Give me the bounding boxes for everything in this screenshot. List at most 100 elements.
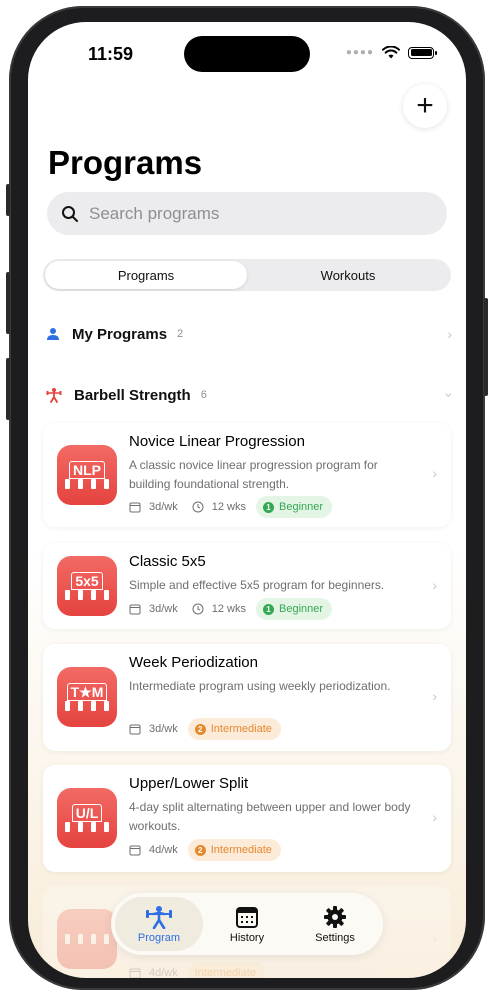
level-badge: Intermediate bbox=[187, 962, 265, 978]
barbell-icon bbox=[65, 479, 109, 489]
tab-label: Program bbox=[137, 931, 181, 944]
program-logo: NLP bbox=[57, 445, 117, 505]
program-card-upper-lower[interactable]: U/L Upper/Lower Split 4-day split altern… bbox=[43, 765, 451, 872]
battery-icon bbox=[408, 46, 437, 59]
chevron-right-icon: › bbox=[447, 326, 452, 342]
segment-workouts[interactable]: Workouts bbox=[247, 261, 449, 289]
level-number: 2 bbox=[194, 844, 206, 856]
program-meta: 4d/wk 2 Intermediate bbox=[129, 839, 281, 861]
section-label: Barbell Strength bbox=[74, 386, 191, 404]
program-meta: 3d/wk 12 wks 1 Beginner bbox=[129, 496, 333, 518]
level-label: Intermediate bbox=[194, 967, 256, 978]
calendar-icon bbox=[129, 724, 141, 735]
program-logo-text: U/L bbox=[71, 804, 103, 822]
program-description: 4-day split alternating between upper an… bbox=[129, 800, 411, 833]
segmented-control: Programs Workouts bbox=[43, 259, 451, 291]
program-frequency: 3d/wk bbox=[149, 501, 178, 513]
section-label: My Programs bbox=[72, 325, 168, 343]
chevron-right-icon: › bbox=[432, 809, 437, 825]
program-meta: 3d/wk 2 Intermediate bbox=[129, 718, 281, 740]
level-badge: 2 Intermediate bbox=[187, 839, 281, 861]
section-count: 6 bbox=[200, 389, 207, 401]
barbell-icon bbox=[65, 590, 109, 600]
program-description: A classic novice linear progression prog… bbox=[129, 458, 378, 491]
search-input[interactable] bbox=[87, 202, 391, 225]
section-my-programs[interactable]: My Programs 2 › bbox=[46, 319, 454, 349]
program-frequency: 4d/wk bbox=[149, 967, 178, 978]
program-title: Week Periodization bbox=[129, 654, 258, 671]
calendar-icon bbox=[129, 604, 141, 615]
program-frequency: 3d/wk bbox=[149, 603, 178, 615]
clock-icon bbox=[192, 603, 204, 615]
search-bar[interactable] bbox=[47, 192, 447, 235]
program-description: Intermediate program using weekly period… bbox=[129, 679, 391, 693]
person-icon bbox=[47, 328, 59, 340]
add-program-button[interactable]: + bbox=[403, 84, 447, 128]
dynamic-island bbox=[184, 36, 310, 72]
calendar-icon bbox=[129, 845, 141, 856]
calendar-icon bbox=[129, 968, 141, 978]
chevron-right-icon: › bbox=[432, 465, 437, 481]
status-icons: ●●●● bbox=[345, 46, 437, 59]
barbell-icon bbox=[65, 822, 109, 832]
section-barbell-strength[interactable]: Barbell Strength 6 › bbox=[46, 380, 458, 410]
program-title: Upper/Lower Split bbox=[129, 775, 249, 792]
tab-label: History bbox=[229, 931, 265, 944]
program-logo: U/L bbox=[57, 788, 117, 848]
level-label: Intermediate bbox=[210, 844, 272, 856]
tab-settings[interactable]: Settings bbox=[291, 897, 379, 951]
power-button bbox=[484, 298, 488, 396]
level-label: Beginner bbox=[279, 603, 324, 615]
chevron-right-icon: › bbox=[432, 930, 437, 946]
segment-programs[interactable]: Programs bbox=[45, 261, 247, 289]
screen: 11:59 ●●●● + Programs Programs Workouts … bbox=[28, 22, 466, 978]
program-duration: 12 wks bbox=[211, 603, 246, 615]
tab-program[interactable]: Program bbox=[115, 897, 203, 951]
level-label: Beginner bbox=[279, 501, 324, 513]
program-logo-text: 5x5 bbox=[71, 572, 103, 590]
chevron-right-icon: › bbox=[432, 688, 437, 704]
gear-icon bbox=[324, 905, 346, 928]
barbell-icon bbox=[65, 934, 109, 944]
search-icon bbox=[62, 205, 78, 222]
level-badge: 1 Beginner bbox=[256, 496, 333, 518]
program-card-nlp[interactable]: NLP Novice Linear Progression A classic … bbox=[43, 423, 451, 527]
signal-icon: ●●●● bbox=[345, 47, 374, 58]
program-title: Novice Linear Progression bbox=[129, 433, 305, 450]
wifi-icon bbox=[382, 46, 400, 59]
program-frequency: 3d/wk bbox=[149, 723, 178, 735]
mute-switch bbox=[6, 184, 10, 216]
level-number: 1 bbox=[263, 501, 274, 513]
program-meta: 3d/wk 12 wks 1 Beginner bbox=[129, 598, 333, 620]
program-logo-text: T★M bbox=[66, 683, 108, 701]
level-number: 1 bbox=[263, 603, 274, 615]
program-duration: 12 wks bbox=[211, 501, 246, 513]
level-badge: 1 Beginner bbox=[256, 598, 333, 620]
program-logo-text: NLP bbox=[69, 461, 105, 479]
program-logo: T★M bbox=[57, 667, 117, 727]
clock-icon bbox=[192, 501, 204, 513]
tab-label: Settings bbox=[315, 931, 355, 944]
program-card-week-periodization[interactable]: T★M Week Periodization Intermediate prog… bbox=[43, 644, 451, 751]
volume-up-button bbox=[6, 272, 10, 334]
page-title: Programs bbox=[48, 144, 203, 181]
chevron-down-icon: › bbox=[441, 392, 458, 398]
program-frequency: 4d/wk bbox=[149, 844, 178, 856]
program-card-5x5[interactable]: 5x5 Classic 5x5 Simple and effective 5x5… bbox=[43, 543, 451, 629]
calendar-icon bbox=[236, 906, 258, 928]
section-count: 2 bbox=[177, 328, 184, 340]
tab-bar: Program History Settings bbox=[111, 893, 383, 955]
program-logo: 5x5 bbox=[57, 556, 117, 616]
program-description: Simple and effective 5x5 program for beg… bbox=[129, 578, 385, 592]
level-label: Intermediate bbox=[210, 723, 272, 735]
weightlifter-icon bbox=[146, 905, 172, 929]
program-meta: 4d/wk Intermediate bbox=[129, 962, 265, 978]
level-number: 2 bbox=[194, 723, 206, 735]
chevron-right-icon: › bbox=[432, 577, 437, 593]
level-badge: 2 Intermediate bbox=[187, 718, 281, 740]
program-logo bbox=[57, 909, 117, 969]
status-time: 11:59 bbox=[88, 44, 134, 64]
tab-history[interactable]: History bbox=[203, 897, 291, 951]
program-title: Classic 5x5 bbox=[129, 553, 206, 570]
calendar-icon bbox=[129, 502, 141, 513]
